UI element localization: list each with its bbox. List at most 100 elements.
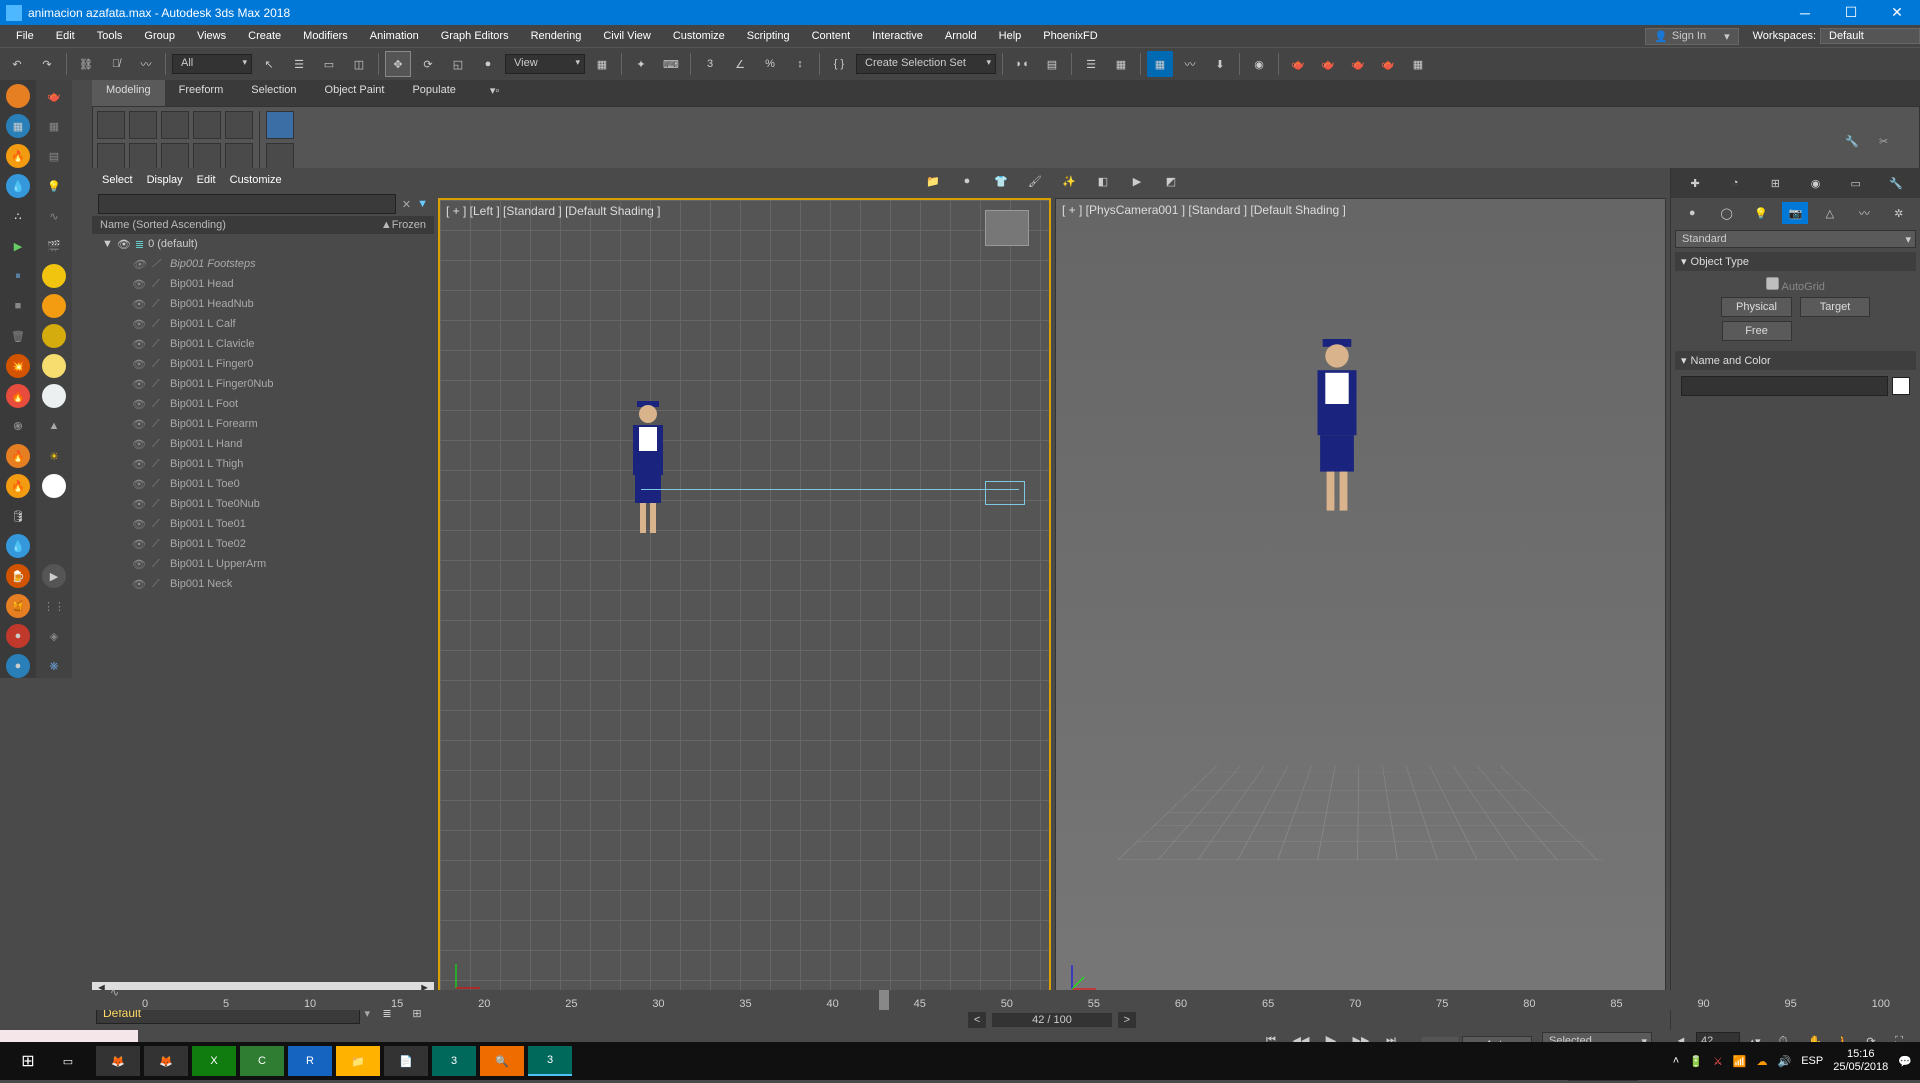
scene-item[interactable]: 👁⟋Bip001 L Toe02: [92, 534, 434, 554]
free-camera-button[interactable]: Free: [1722, 321, 1792, 341]
dope-sheet-button[interactable]: 〰: [1177, 51, 1203, 77]
play-sim-button[interactable]: ▶: [6, 234, 30, 258]
scene-item[interactable]: 👁⟋Bip001 L Calf: [92, 314, 434, 334]
ribbon-tab-selection[interactable]: Selection: [237, 80, 310, 106]
tray-shield-icon[interactable]: ⚔: [1713, 1055, 1723, 1068]
icon-splash[interactable]: 💧: [6, 534, 30, 558]
menu-group[interactable]: Group: [134, 28, 185, 44]
ribbon-tab-populate[interactable]: Populate: [398, 80, 469, 106]
vp-tool-5[interactable]: ✨: [1056, 168, 1082, 194]
tray-wifi-icon[interactable]: 📶: [1733, 1055, 1747, 1068]
rotate-button[interactable]: ⟳: [415, 51, 441, 77]
subcategory-dropdown[interactable]: Standard: [1675, 230, 1916, 248]
icon-flame[interactable]: 🔥: [6, 144, 30, 168]
icon-fire2[interactable]: 🔥: [6, 384, 30, 408]
icon-cone[interactable]: ▲: [42, 414, 66, 438]
window-crossing-button[interactable]: ◫: [346, 51, 372, 77]
icon-swirl[interactable]: ֍: [6, 414, 30, 438]
pause-sim-button[interactable]: ⏸: [6, 264, 30, 288]
icon-mesh[interactable]: ◈: [42, 624, 66, 648]
ribbon-tab-modeling[interactable]: Modeling: [92, 80, 165, 106]
render-setup-button[interactable]: 🫖: [1285, 51, 1311, 77]
maximize-button[interactable]: ☐: [1828, 0, 1874, 25]
target-camera-button[interactable]: Target: [1800, 297, 1870, 317]
select-by-name-button[interactable]: ☰: [286, 51, 312, 77]
autogrid-checkbox[interactable]: AutoGrid: [1766, 277, 1825, 293]
icon-grid[interactable]: ▦: [42, 114, 66, 138]
rollout-name-color[interactable]: ▾Name and Color: [1675, 351, 1916, 370]
timeline-ruler[interactable]: ∿ 05101520253035404550556065707580859095…: [92, 990, 1920, 1010]
scene-edit-menu[interactable]: Edit: [197, 174, 216, 186]
menu-grapheditors[interactable]: Graph Editors: [431, 28, 519, 44]
taskbar-firefox2[interactable]: 🦊: [144, 1046, 188, 1076]
render-activeshade-button[interactable]: ▦: [1405, 51, 1431, 77]
viewport-left-label[interactable]: [ + ] [Left ] [Standard ] [Default Shadi…: [446, 204, 660, 218]
menu-interactive[interactable]: Interactive: [862, 28, 933, 44]
scene-root-node[interactable]: ▼👁 ≣ 0 (default): [92, 234, 434, 254]
render-iterative-button[interactable]: 🫖: [1375, 51, 1401, 77]
icon-orange2[interactable]: 🔥: [6, 444, 30, 468]
rib-tool-config-button[interactable]: 🔧: [1845, 135, 1873, 163]
physical-camera-button[interactable]: Physical: [1721, 297, 1792, 317]
workspace-dropdown[interactable]: Default: [1820, 28, 1920, 44]
keyboard-shortcut-button[interactable]: ⌨: [658, 51, 684, 77]
close-button[interactable]: ✕: [1874, 0, 1920, 25]
taskbar-3dsmax2[interactable]: 3: [528, 1046, 572, 1076]
menu-content[interactable]: Content: [802, 28, 861, 44]
icon-honey[interactable]: 🍯: [6, 594, 30, 618]
vp-tool-3[interactable]: 👕: [988, 168, 1014, 194]
viewcube[interactable]: [985, 210, 1029, 246]
scale-button[interactable]: ◱: [445, 51, 471, 77]
icon-gold-sphere[interactable]: [42, 324, 66, 348]
task-view-button[interactable]: ▭: [48, 1055, 88, 1068]
pivot-center-button[interactable]: ▦: [589, 51, 615, 77]
selection-filter-dropdown[interactable]: All: [172, 54, 252, 74]
rib-btn-d[interactable]: [193, 143, 221, 171]
icon-amber-sphere[interactable]: [42, 294, 66, 318]
tray-cloud-icon[interactable]: ☁: [1757, 1055, 1768, 1068]
rib-btn-c[interactable]: [161, 143, 189, 171]
scene-item[interactable]: 👁⟋Bip001 L UpperArm: [92, 554, 434, 574]
cmd-tab-utilities[interactable]: 🔧: [1883, 172, 1909, 194]
taskbar-app1[interactable]: 📄: [384, 1046, 428, 1076]
tray-battery-icon[interactable]: 🔋: [1689, 1055, 1703, 1068]
tray-volume-icon[interactable]: 🔊: [1778, 1055, 1792, 1068]
icon-dolly[interactable]: 🎬: [42, 234, 66, 258]
named-sel-lock-button[interactable]: { }: [826, 51, 852, 77]
frame-counter[interactable]: 42 / 100: [992, 1013, 1112, 1027]
scene-customize-menu[interactable]: Customize: [230, 174, 282, 186]
icon-particle[interactable]: ❋: [42, 654, 66, 678]
stop-sim-button[interactable]: ■: [6, 294, 30, 318]
icon-curve[interactable]: ∿: [42, 204, 66, 228]
render-frame-button[interactable]: 🫖: [1315, 51, 1341, 77]
tray-lang[interactable]: ESP: [1801, 1055, 1823, 1067]
select-rectangle-button[interactable]: ▭: [316, 51, 342, 77]
align-button[interactable]: ▤: [1039, 51, 1065, 77]
menu-phoenixfd[interactable]: PhoenixFD: [1033, 28, 1107, 44]
tray-up-icon[interactable]: ˄: [1673, 1055, 1679, 1067]
scene-display-menu[interactable]: Display: [147, 174, 183, 186]
frame-next-button[interactable]: >: [1118, 1012, 1136, 1028]
icon-blueball[interactable]: ●: [6, 654, 30, 678]
taskbar-explorer[interactable]: 📁: [336, 1046, 380, 1076]
scene-header-frozen[interactable]: Frozen: [392, 219, 426, 231]
trash-button[interactable]: 🗑: [6, 324, 30, 348]
vp-tool-8[interactable]: ◩: [1158, 168, 1184, 194]
placement-button[interactable]: ●: [475, 51, 501, 77]
scene-tree[interactable]: ▼👁 ≣ 0 (default) 👁⟋Bip001 Footsteps 👁⟋Bip…: [92, 234, 434, 982]
tray-time[interactable]: 15:16: [1833, 1048, 1888, 1061]
curve-toggle-button[interactable]: ∿: [110, 986, 119, 999]
icon-dots2[interactable]: ⋮⋮: [42, 594, 66, 618]
scene-item[interactable]: 👁⟋Bip001 Footsteps: [92, 254, 434, 274]
helpers-category[interactable]: △: [1817, 202, 1843, 224]
ribbon-minimize-button[interactable]: ▾▫: [490, 80, 499, 106]
scene-header-name[interactable]: Name (Sorted Ascending): [100, 219, 381, 231]
scene-item[interactable]: 👁⟋Bip001 L Hand: [92, 434, 434, 454]
vp-tool-6[interactable]: ◧: [1090, 168, 1116, 194]
menu-rendering[interactable]: Rendering: [521, 28, 592, 44]
menu-civilview[interactable]: Civil View: [593, 28, 660, 44]
redo-button[interactable]: ↷: [34, 51, 60, 77]
icon-orange-sphere[interactable]: [6, 84, 30, 108]
clear-search-button[interactable]: ✕: [402, 198, 411, 211]
menu-arnold[interactable]: Arnold: [935, 28, 987, 44]
